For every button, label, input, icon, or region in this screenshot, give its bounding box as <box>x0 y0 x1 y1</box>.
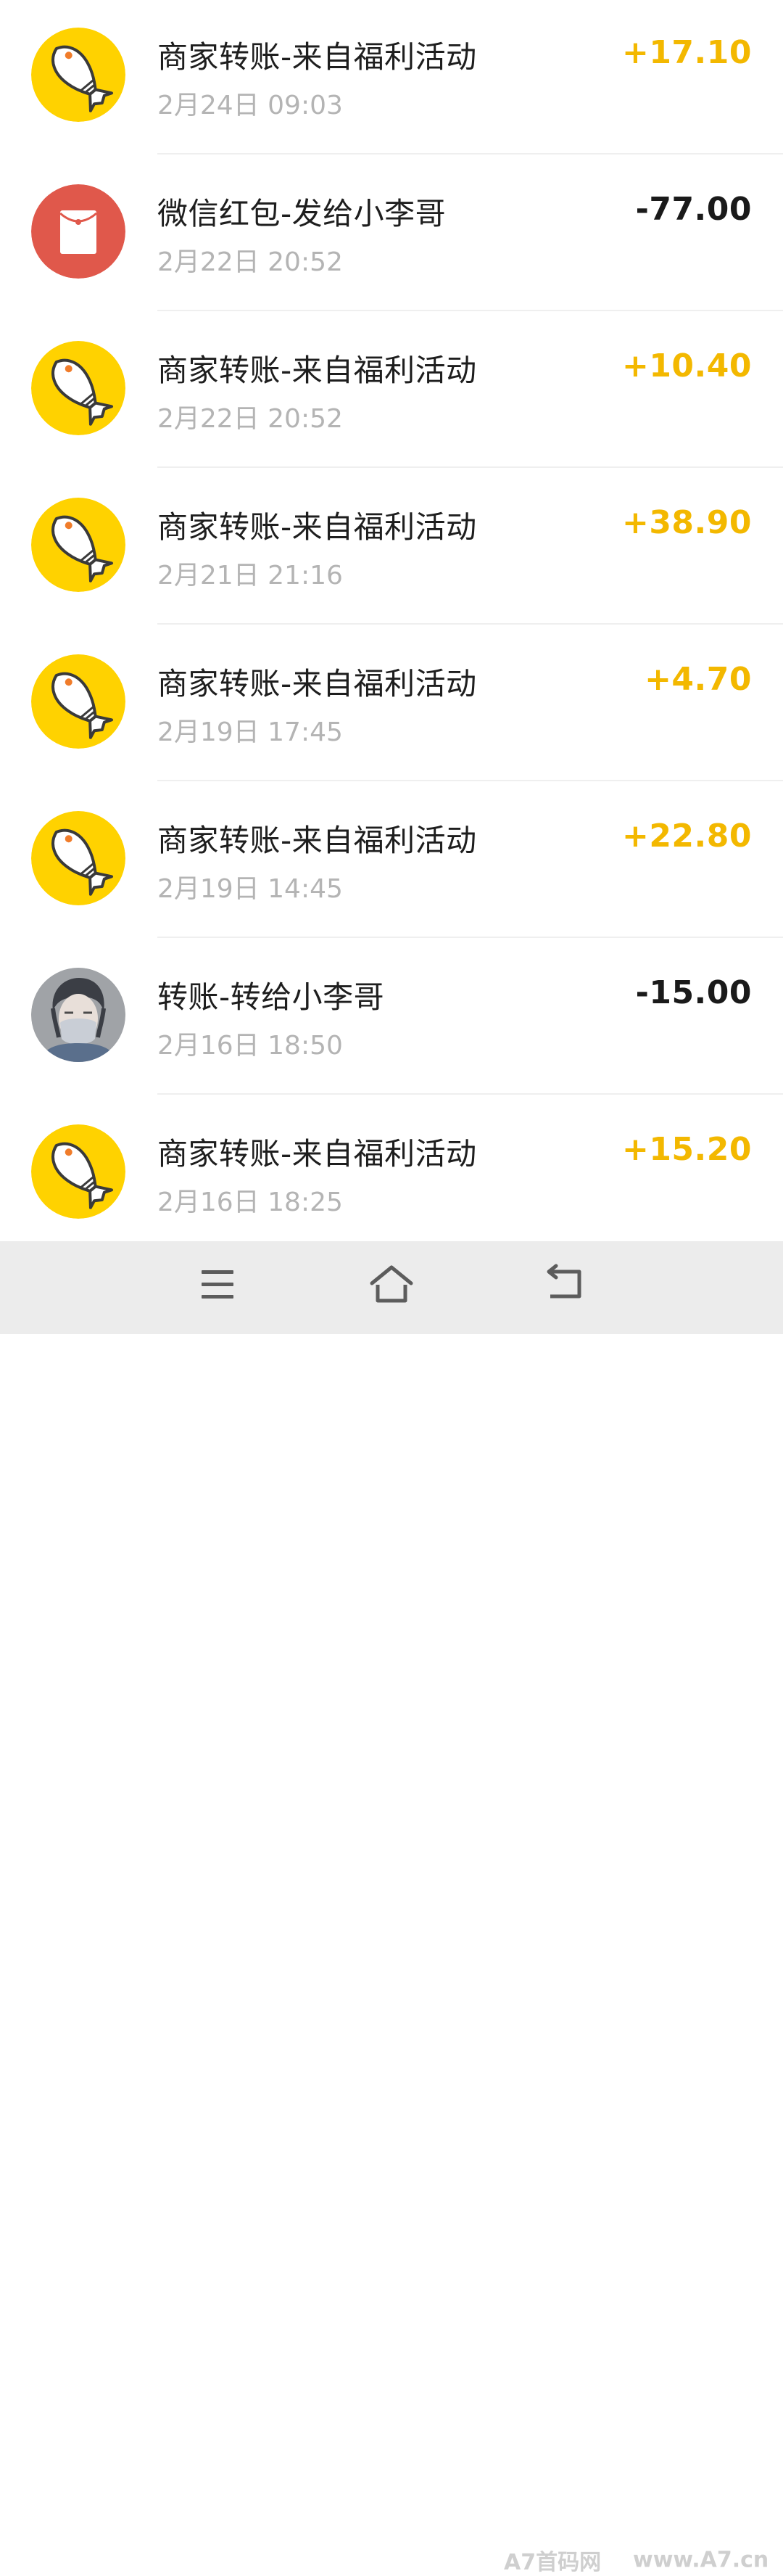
transaction-time: 2月19日 17:45 <box>157 717 343 747</box>
transaction-title: 商家转账-来自福利活动 <box>157 1136 477 1172</box>
home-icon <box>370 1265 413 1303</box>
transaction-title: 商家转账-来自福利活动 <box>157 823 477 858</box>
system-navigation-bar: A7首码网 www.A7.cn <box>0 1241 783 2575</box>
transaction-title: 商家转账-来自福利活动 <box>157 666 477 701</box>
transaction-title: 商家转账-来自福利活动 <box>157 509 477 545</box>
transaction-row[interactable]: 商家转账-来自福利活动 2月22日 20:52 +10.40 <box>0 299 783 468</box>
menu-icon <box>202 1270 233 1299</box>
transaction-row[interactable]: 商家转账-来自福利活动 2月16日 18:25 +15.20 <box>0 1082 783 1239</box>
home-button[interactable] <box>366 1263 417 1306</box>
transaction-time: 2月22日 20:52 <box>157 247 343 277</box>
transaction-row[interactable]: 商家转账-来自福利活动 2月24日 09:03 +17.10 <box>0 0 783 155</box>
transaction-time: 2月22日 20:52 <box>157 404 343 434</box>
transaction-row[interactable]: 商家转账-来自福利活动 2月19日 14:45 +22.80 <box>0 769 783 938</box>
transaction-amount: +4.70 <box>645 661 752 698</box>
fish-icon <box>31 811 125 905</box>
back-button[interactable] <box>540 1263 591 1306</box>
transaction-time: 2月16日 18:25 <box>157 1188 343 1217</box>
watermark-right: www.A7.cn <box>633 2547 769 2573</box>
red-packet-icon <box>31 184 125 279</box>
fish-icon <box>31 654 125 749</box>
user-avatar <box>31 968 125 1062</box>
transaction-amount: +17.10 <box>621 34 752 71</box>
menu-button[interactable] <box>192 1263 243 1306</box>
transaction-amount: -15.00 <box>635 974 752 1011</box>
fish-icon <box>31 498 125 592</box>
transaction-row[interactable]: 商家转账-来自福利活动 2月21日 21:16 +38.90 <box>0 456 783 625</box>
transaction-title: 微信红包-发给小李哥 <box>157 196 447 231</box>
transaction-row[interactable]: 转账-转给小李哥 2月16日 18:50 -15.00 <box>0 926 783 1095</box>
transaction-time: 2月19日 14:45 <box>157 874 343 904</box>
transaction-time: 2月21日 21:16 <box>157 561 343 590</box>
transaction-amount: +15.20 <box>621 1131 752 1168</box>
transaction-row[interactable]: 微信红包-发给小李哥 2月22日 20:52 -77.00 <box>0 142 783 311</box>
watermark-left: A7首码网 <box>504 2550 602 2575</box>
transaction-row[interactable]: 商家转账-来自福利活动 2月19日 17:45 +4.70 <box>0 612 783 781</box>
transaction-time: 2月24日 09:03 <box>157 91 343 120</box>
fish-icon <box>31 341 125 435</box>
transaction-amount: -77.00 <box>635 191 752 228</box>
transaction-amount: +22.80 <box>621 818 752 855</box>
transaction-time: 2月16日 18:50 <box>157 1031 343 1061</box>
transaction-title: 转账-转给小李哥 <box>157 979 385 1015</box>
back-icon <box>547 1264 581 1299</box>
transaction-amount: +38.90 <box>621 504 752 541</box>
transaction-title: 商家转账-来自福利活动 <box>157 39 477 75</box>
transaction-title: 商家转账-来自福利活动 <box>157 353 477 388</box>
transaction-amount: +10.40 <box>621 347 752 384</box>
fish-icon <box>31 28 125 122</box>
fish-icon <box>31 1124 125 1219</box>
